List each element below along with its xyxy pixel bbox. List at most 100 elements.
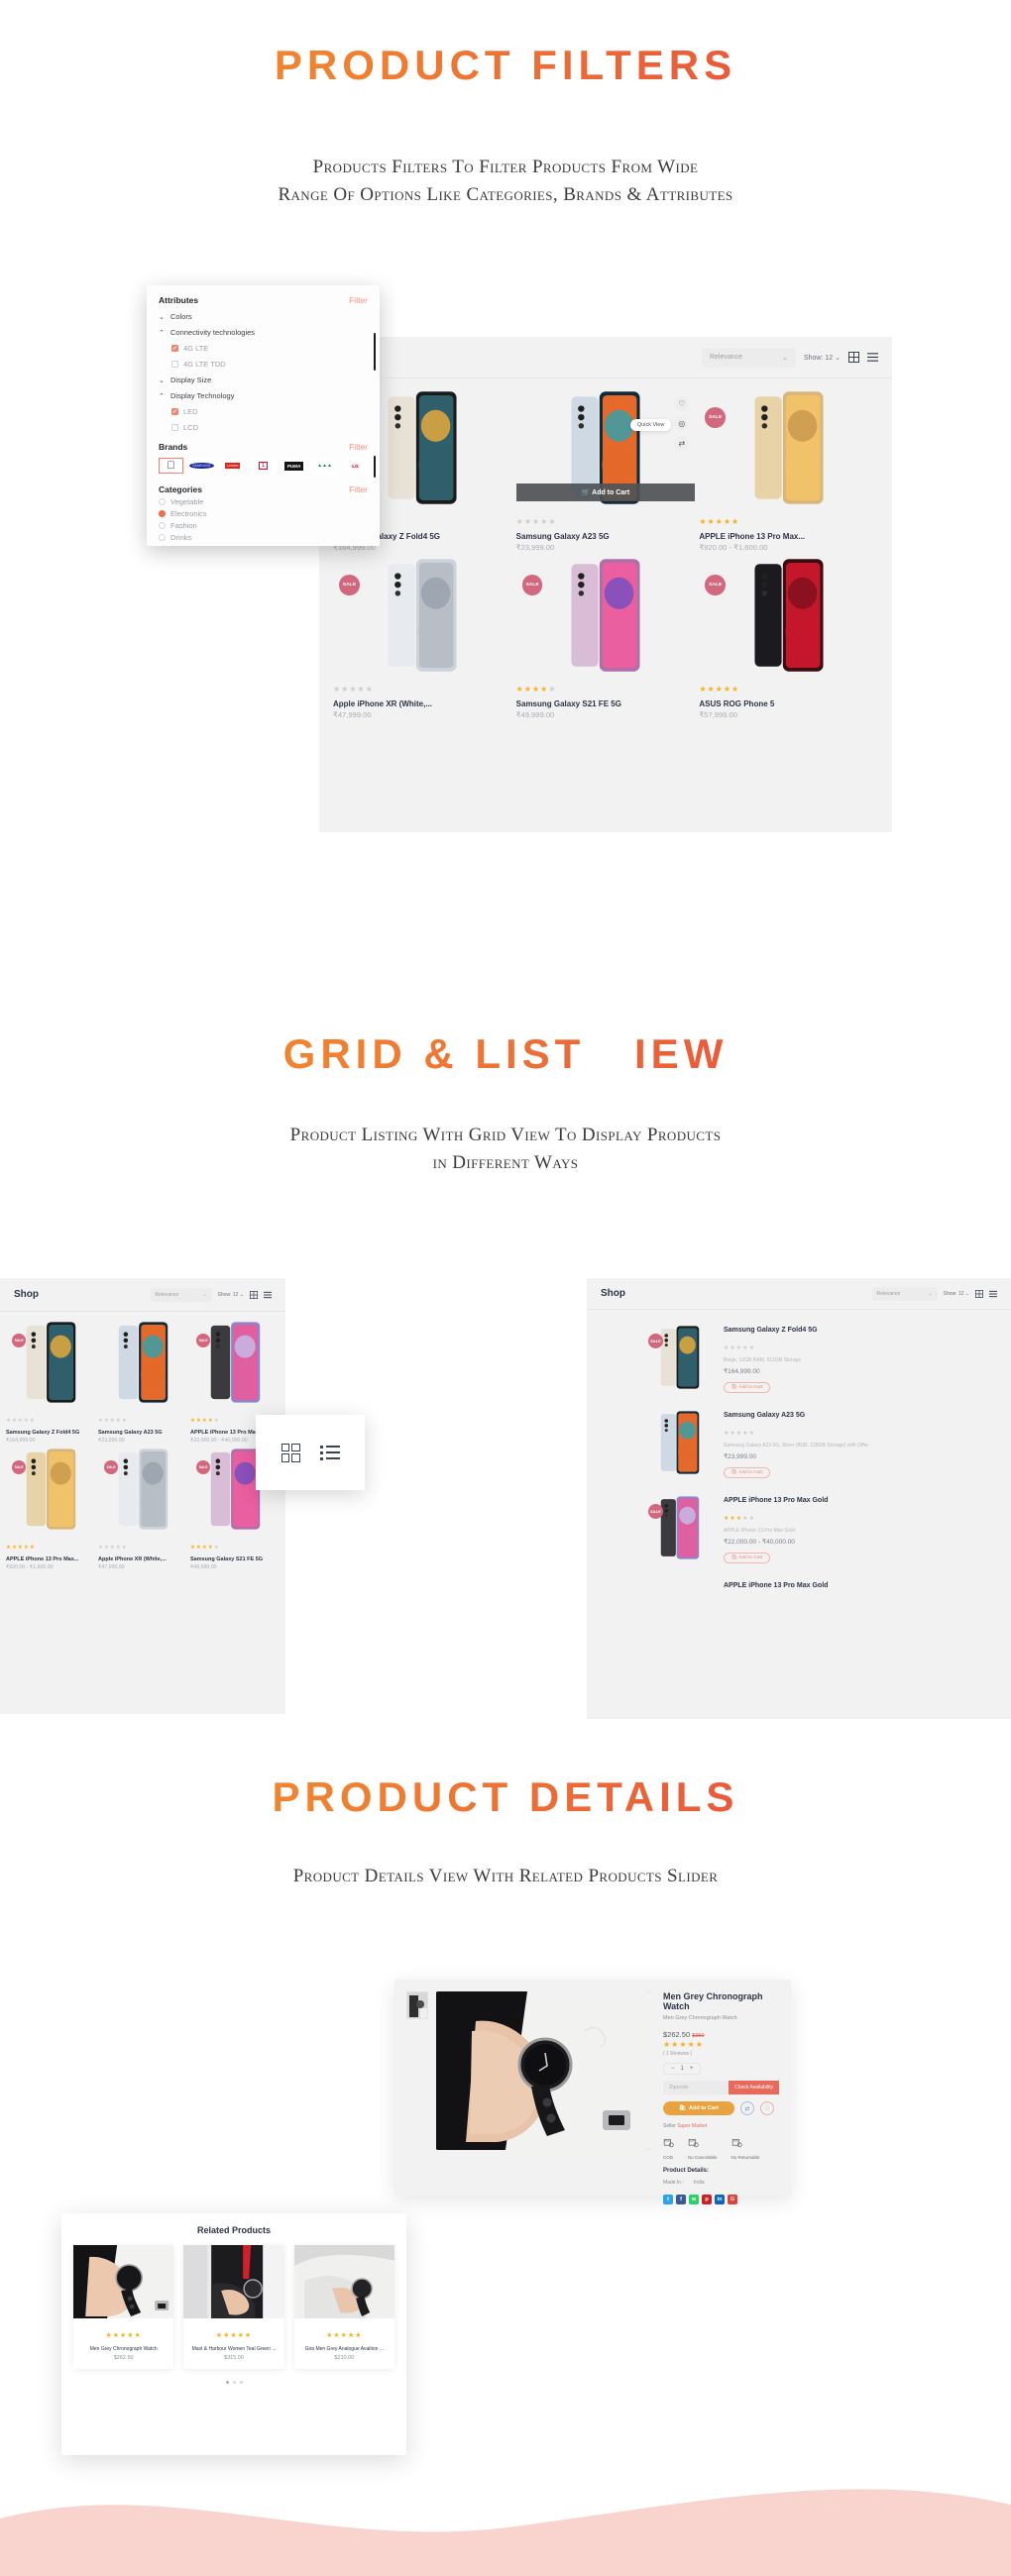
grid-view-toggle-icon[interactable] xyxy=(281,1443,300,1462)
product-image[interactable] xyxy=(98,1320,187,1405)
category-vegetable[interactable]: Vegetable xyxy=(159,497,368,506)
brand-samsung[interactable]: SAMSUNG xyxy=(189,458,214,474)
category-electronics[interactable]: Electronics xyxy=(159,509,368,518)
scrollbar-categories[interactable] xyxy=(374,456,376,478)
product-image[interactable]: ♡ ◎ ⇄ Quick View 🛒 Add to Cart xyxy=(515,388,696,507)
product-image[interactable]: SALE xyxy=(98,1447,187,1532)
seller-name[interactable]: Super Market xyxy=(677,2123,707,2129)
product-image[interactable] xyxy=(293,2245,394,2318)
checkbox-icon[interactable]: ✔ xyxy=(171,345,178,352)
product-card[interactable]: ♡ ◎ ⇄ Quick View 🛒 Add to Cart ★★★★★ Samsung G… xyxy=(515,388,696,552)
grid-view-icon[interactable] xyxy=(848,352,859,363)
product-image[interactable] xyxy=(73,2245,174,2318)
product-name[interactable]: APPLE iPhone 13 Pro Max... xyxy=(6,1556,95,1562)
product-name[interactable]: Apple iPhone XR (White,... xyxy=(98,1556,187,1562)
product-name[interactable]: Apple iPhone XR (White,... xyxy=(333,699,512,708)
linkedin-icon[interactable]: in xyxy=(715,2195,725,2204)
product-card[interactable]: SALE ★★★★★ ASUS ROG Phone 5 ₹57,999.00 xyxy=(699,556,878,719)
brand-adidas[interactable]: ▲▲▲ xyxy=(312,458,337,474)
show-count[interactable]: Show: 12 ⌄ xyxy=(944,1291,969,1297)
attribute-option-4g-lte[interactable]: ✔ 4G LTE xyxy=(159,344,368,353)
product-image[interactable]: SALE xyxy=(6,1320,95,1405)
product-image[interactable]: SALE xyxy=(646,1324,714,1391)
product-image[interactable]: SALE xyxy=(646,1494,714,1561)
attribute-group-colors[interactable]: ⌄ Colors xyxy=(159,312,368,321)
qty-increment[interactable]: + xyxy=(690,2066,694,2072)
google-icon[interactable]: G xyxy=(728,2195,737,2204)
radio-icon[interactable] xyxy=(159,510,166,517)
show-count[interactable]: Show: 12 ⌄ xyxy=(218,1292,244,1298)
product-image[interactable]: SALE xyxy=(699,388,878,507)
facebook-icon[interactable]: f xyxy=(676,2195,686,2204)
brand-apple[interactable]:  xyxy=(159,458,183,474)
categories-filter-link[interactable]: Filter xyxy=(349,484,368,494)
sort-select[interactable]: Relevance ⌄ xyxy=(701,347,796,368)
attributes-filter-link[interactable]: Filter xyxy=(349,295,368,305)
product-name[interactable]: Mast & Harbour Women Teal Green ... xyxy=(187,2346,280,2352)
product-name[interactable]: Men Grey Chronograph Watch xyxy=(77,2346,169,2352)
product-name[interactable]: APPLE iPhone 13 Pro Max Gold xyxy=(724,1582,997,1589)
product-image[interactable]: SALE xyxy=(516,556,696,675)
carousel-dot[interactable] xyxy=(239,2381,243,2384)
product-card[interactable]: SALE ★★★★★ Apple iPhone XR (White,... ₹47,9… xyxy=(98,1447,187,1570)
radio-icon[interactable] xyxy=(159,534,166,541)
pinterest-icon[interactable]: p xyxy=(702,2195,712,2204)
category-home-appliances[interactable]: Home appliances xyxy=(159,545,368,546)
filter-panel[interactable]: Attributes Filter ⌄ Colors ⌃ Connectivity t… xyxy=(147,285,380,546)
whatsapp-icon[interactable]: w xyxy=(689,2195,699,2204)
product-card[interactable]: SALE ★★★★★ Apple iPhone XR (White,... ₹47,9… xyxy=(333,556,512,719)
list-view-icon[interactable] xyxy=(867,352,878,363)
related-product-card[interactable]: ★★★★★ Men Grey Chronograph Watch $262.50 xyxy=(73,2245,174,2369)
product-hero-image[interactable] xyxy=(436,1991,649,2150)
brand-lg[interactable]: LG xyxy=(343,458,368,474)
carousel-dots[interactable] xyxy=(73,2381,394,2384)
add-to-cart-button[interactable]: 🛍 Add to Cart xyxy=(724,1382,771,1393)
product-image[interactable] xyxy=(646,1579,714,1647)
brand-puma[interactable]: PUMA xyxy=(281,458,306,474)
product-name[interactable]: Gira Men Grey Analogue Avaition ... xyxy=(298,2346,391,2352)
twitter-icon[interactable]: t xyxy=(663,2195,673,2204)
product-name[interactable]: Samsung Galaxy A23 5G xyxy=(516,532,696,541)
list-view-icon[interactable] xyxy=(264,1291,272,1299)
attribute-group-connectivity-technologies[interactable]: ⌃ Connectivity technologies xyxy=(159,328,368,337)
product-image[interactable] xyxy=(646,1409,714,1476)
carousel-dot[interactable] xyxy=(225,2381,229,2384)
qty-decrement[interactable]: − xyxy=(671,2066,675,2072)
list-item[interactable]: Samsung Galaxy A23 5G ★★★★★ Samsung Galaxy… xyxy=(646,1401,997,1486)
attribute-option-4g-lte-tdd[interactable]: 4G LTE TDD xyxy=(159,360,368,369)
category-drinks[interactable]: Drinks xyxy=(159,533,368,542)
product-image[interactable]: SALE xyxy=(333,556,512,675)
brand-lenovo[interactable]: Lenovo xyxy=(220,458,245,474)
product-name[interactable]: ASUS ROG Phone 5 xyxy=(699,699,878,708)
grid-view-icon[interactable] xyxy=(975,1289,983,1298)
list-view-toggle-icon[interactable] xyxy=(319,1445,340,1460)
add-to-cart-button[interactable]: 🛍 Add to Cart xyxy=(724,1553,771,1563)
heart-icon[interactable]: ♡ xyxy=(674,396,690,411)
product-card[interactable]: SALE ★★★★★ APPLE iPhone 13 Pro Max... ₹920.… xyxy=(6,1447,95,1570)
related-product-card[interactable]: ★★★★★ Mast & Harbour Women Teal Green ...… xyxy=(183,2245,284,2369)
product-image[interactable] xyxy=(183,2245,284,2318)
product-name[interactable]: Samsung Galaxy S21 FE 5G xyxy=(516,699,696,708)
add-to-cart-button[interactable]: 🛍 Add to Cart xyxy=(663,2101,734,2115)
product-name[interactable]: APPLE iPhone 13 Pro Max... xyxy=(699,532,878,541)
checkbox-icon[interactable]: ✔ xyxy=(171,408,178,415)
quantity-stepper[interactable]: − 1 + xyxy=(663,2063,702,2075)
heart-icon[interactable]: ♡ xyxy=(759,2101,774,2115)
radio-icon[interactable] xyxy=(159,522,166,529)
related-product-card[interactable]: ★★★★★ Gira Men Grey Analogue Avaition ...… xyxy=(293,2245,394,2369)
category-fashion[interactable]: Fashion xyxy=(159,521,368,530)
scrollbar-attributes[interactable] xyxy=(374,333,376,371)
product-name[interactable]: Samsung Galaxy S21 FE 5G xyxy=(190,1556,280,1562)
show-count[interactable]: Show: 12 ⌄ xyxy=(804,354,841,362)
add-to-cart-button[interactable]: 🛒 Add to Cart xyxy=(515,483,696,501)
eye-icon[interactable]: ◎ xyxy=(674,416,690,431)
list-view-icon[interactable] xyxy=(989,1290,997,1298)
product-name[interactable]: APPLE iPhone 13 Pro Max Gold xyxy=(724,1497,997,1504)
list-item[interactable]: APPLE iPhone 13 Pro Max Gold xyxy=(646,1571,997,1655)
product-card[interactable]: SALE ★★★★★ Samsung Galaxy S21 FE 5G ₹49,999… xyxy=(516,556,696,719)
checkbox-icon[interactable] xyxy=(171,361,178,368)
product-card[interactable]: SALE ★★★★★ Samsung Galaxy Z Fold4 5G ₹164,9… xyxy=(6,1320,95,1444)
attribute-group-display-technology[interactable]: ⌃ Display Technology xyxy=(159,391,368,400)
sort-select[interactable]: Relevance ⌄ xyxy=(150,1287,212,1302)
product-name[interactable]: Samsung Galaxy Z Fold4 5G xyxy=(724,1327,997,1334)
